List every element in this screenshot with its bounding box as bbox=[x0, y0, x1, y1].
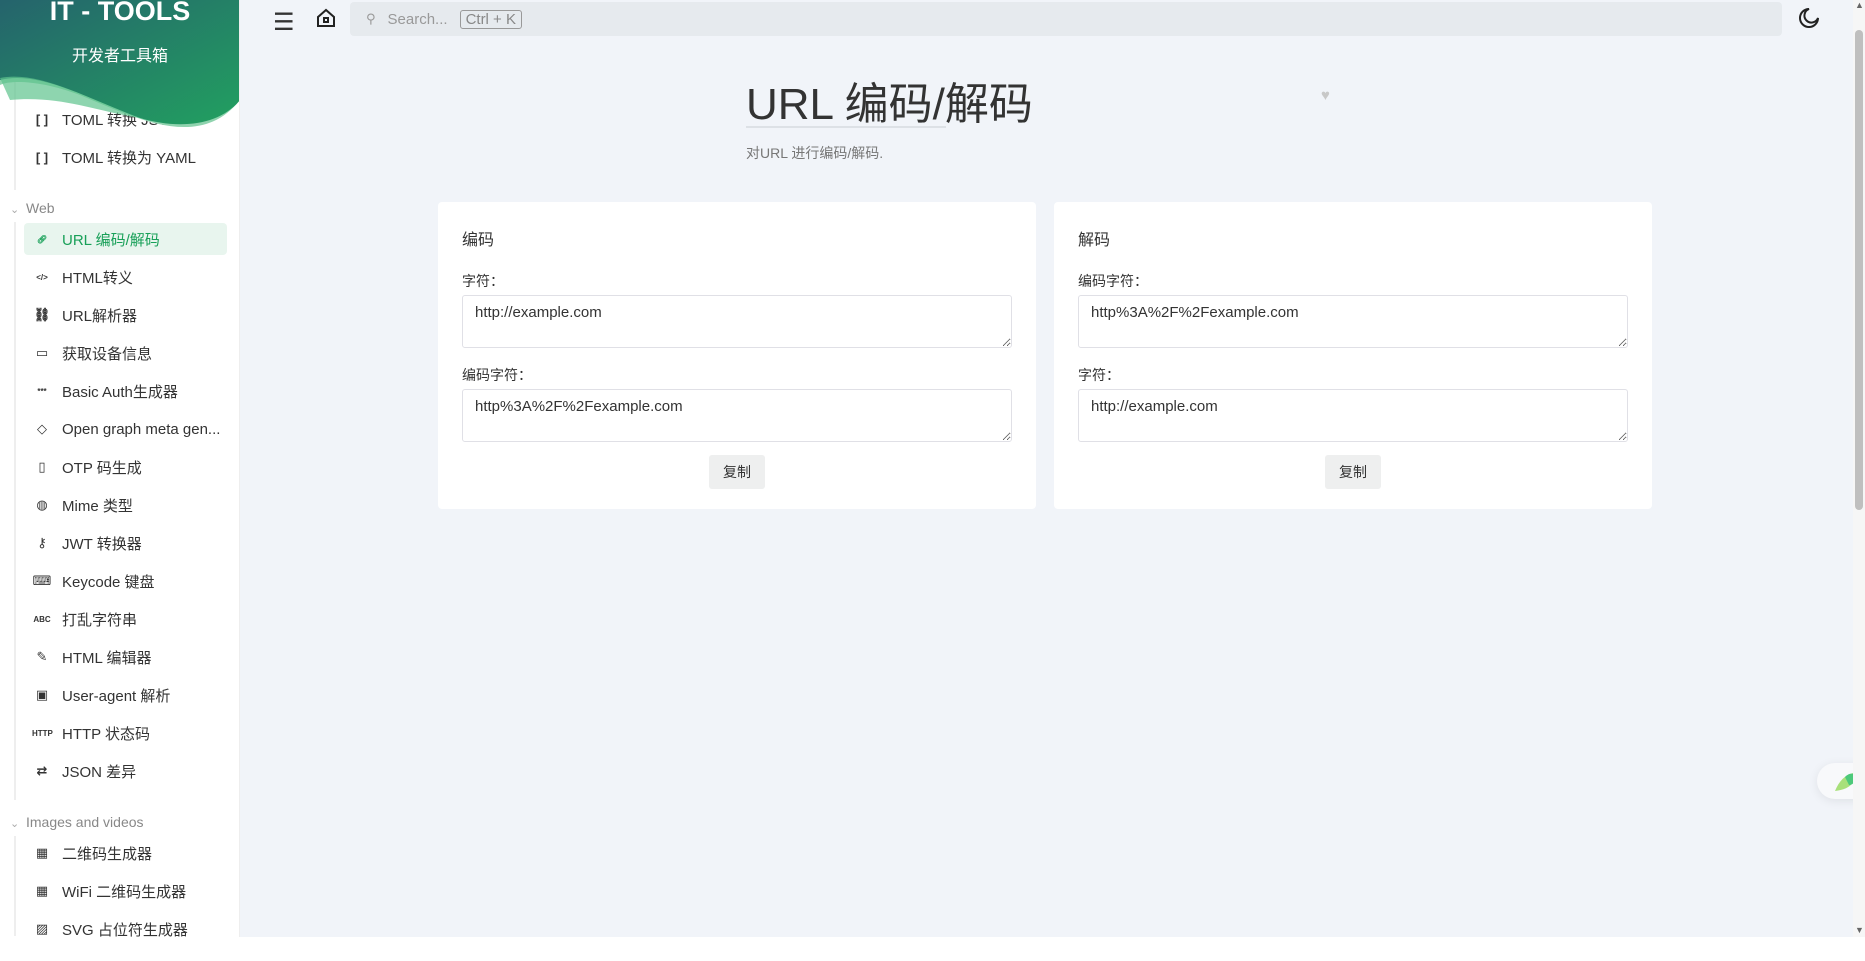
sidebar-item-label: Basic Auth生成器 bbox=[62, 383, 178, 401]
monitor-icon: ▭ bbox=[35, 345, 49, 360]
group-line bbox=[14, 222, 16, 800]
image-icon: ▨ bbox=[35, 921, 49, 936]
globe-icon: ◍ bbox=[36, 497, 48, 512]
phone-icon: ▯ bbox=[38, 459, 46, 474]
group-web[interactable]: ⌄ Web bbox=[10, 200, 55, 216]
sidebar-item[interactable]: ✎ HTML 编辑器 bbox=[24, 641, 227, 673]
encode-output[interactable]: http%3A%2F%2Fexample.com bbox=[462, 389, 1012, 442]
favorite-heart-icon[interactable]: ♥ bbox=[1321, 87, 1330, 104]
group-line bbox=[14, 836, 16, 936]
sidebar-item-label: 打乱字符串 bbox=[62, 611, 138, 629]
sidebar-item[interactable]: ◍ Mime 类型 bbox=[24, 489, 227, 521]
page-description: 对URL 进行编码/解码. bbox=[746, 145, 884, 161]
sidebar-item-label: HTTP 状态码 bbox=[62, 725, 151, 743]
sidebar-item[interactable]: ▭ 获取设备信息 bbox=[24, 337, 227, 369]
sidebar-item-label: 二维码生成器 bbox=[62, 845, 153, 863]
scroll-up-icon[interactable]: ▲ bbox=[1855, 0, 1864, 10]
vertical-scrollbar[interactable]: ▲ ▼ bbox=[1853, 0, 1865, 937]
search-input[interactable]: ⚲ Search... Ctrl + K bbox=[350, 2, 1782, 36]
chevron-down-icon: ⌄ bbox=[10, 204, 20, 216]
tags-icon: ◇ bbox=[37, 421, 47, 436]
sidebar-item-label: Keycode 键盘 bbox=[62, 573, 155, 591]
scrollbar-thumb[interactable] bbox=[1855, 30, 1863, 510]
chevron-down-icon: ⌄ bbox=[10, 818, 20, 830]
decode-input[interactable]: http%3A%2F%2Fexample.com bbox=[1078, 295, 1628, 348]
http-icon: HTTP bbox=[32, 728, 53, 738]
sidebar-item-label: URL解析器 bbox=[62, 307, 138, 325]
moon-icon[interactable] bbox=[1797, 6, 1821, 35]
link-icon: 🔗︎ bbox=[36, 234, 48, 244]
sidebar-item-label: JSON 差异 bbox=[62, 763, 137, 781]
input-label: 字符： bbox=[462, 273, 504, 289]
sidebar-item[interactable]: ⇄ JSON 差异 bbox=[24, 755, 227, 787]
input-label: 编码字符： bbox=[1078, 273, 1148, 289]
sidebar-item[interactable]: ▨ SVG 占位符生成器 bbox=[24, 913, 227, 937]
diff-icon: ⇄ bbox=[36, 763, 48, 778]
copy-button[interactable]: 复制 bbox=[709, 455, 765, 489]
page-title: URL 编码/解码 bbox=[746, 80, 1033, 129]
sidebar-item[interactable]: ◇ Open graph meta gen... bbox=[24, 413, 227, 445]
sidebar-item-label: User-agent 解析 bbox=[62, 687, 171, 705]
card-title: 编码 bbox=[462, 232, 495, 249]
group-images-videos[interactable]: ⌄ Images and videos bbox=[10, 814, 144, 830]
decode-output[interactable]: http://example.com bbox=[1078, 389, 1628, 442]
logo[interactable]: IT - TOOLS 开发者工具箱 bbox=[0, 0, 239, 132]
key-icon: ⚷ bbox=[37, 535, 47, 550]
sidebar-item-label: WiFi 二维码生成器 bbox=[62, 883, 187, 901]
menu-icon[interactable]: ☰ bbox=[273, 8, 295, 37]
shortcut-badge: Ctrl + K bbox=[459, 9, 522, 29]
password-icon: *** bbox=[37, 386, 47, 396]
sidebar-item-label: Mime 类型 bbox=[62, 497, 133, 515]
encode-input[interactable]: http://example.com bbox=[462, 295, 1012, 348]
sidebar-item[interactable]: ABC 打乱字符串 bbox=[24, 603, 227, 635]
sidebar-item-label: URL 编码/解码 bbox=[62, 231, 160, 249]
sidebar-item[interactable]: </> HTML转义 bbox=[24, 261, 227, 293]
brackets-icon: [ ] bbox=[35, 149, 49, 165]
sidebar-item-label: HTML 编辑器 bbox=[62, 649, 152, 667]
scroll-down-icon[interactable]: ▼ bbox=[1855, 925, 1864, 935]
unlink-icon: ⛓ bbox=[33, 307, 51, 322]
code-icon: </> bbox=[36, 272, 48, 282]
encode-card: 编码 字符： http://example.com 编码字符： http%3A%… bbox=[438, 202, 1036, 509]
sidebar-item[interactable]: 🔗︎ URL 编码/解码 bbox=[24, 223, 227, 255]
home-icon[interactable] bbox=[314, 6, 338, 35]
sidebar-item[interactable]: ▣ User-agent 解析 bbox=[24, 679, 227, 711]
app-subtitle: 开发者工具箱 bbox=[71, 48, 168, 65]
sidebar-item-label: SVG 占位符生成器 bbox=[62, 921, 188, 938]
output-label: 字符： bbox=[1078, 367, 1120, 383]
output-label: 编码字符： bbox=[462, 367, 532, 383]
decode-card: 解码 编码字符： http%3A%2F%2Fexample.com 字符： ht… bbox=[1054, 202, 1652, 509]
sidebar-item-label: HTML转义 bbox=[62, 269, 133, 287]
sidebar-item-toml-yaml[interactable]: [ ] TOML 转换为 YAML bbox=[24, 141, 227, 173]
edit-icon: ✎ bbox=[36, 649, 48, 664]
qrcode-icon: ▦ bbox=[35, 845, 49, 860]
sidebar-item[interactable]: ⛓ URL解析器 bbox=[24, 299, 227, 331]
sidebar-item[interactable]: HTTP HTTP 状态码 bbox=[24, 717, 227, 749]
copy-button[interactable]: 复制 bbox=[1325, 455, 1381, 489]
keyboard-icon: ⌨ bbox=[32, 573, 52, 588]
qrcode-icon: ▦ bbox=[35, 883, 49, 898]
sidebar-item-label: Open graph meta gen... bbox=[62, 420, 221, 438]
sidebar-item[interactable]: ⌨ Keycode 键盘 bbox=[24, 565, 227, 597]
title-underline bbox=[746, 126, 946, 128]
search-icon: ⚲ bbox=[366, 11, 376, 26]
sidebar-item[interactable]: ▯ OTP 码生成 bbox=[24, 451, 227, 483]
card-title: 解码 bbox=[1078, 232, 1111, 249]
sidebar-item-label: 获取设备信息 bbox=[62, 345, 153, 363]
sidebar-item-label: JWT 转换器 bbox=[62, 535, 142, 553]
app-title: IT - TOOLS bbox=[49, 0, 191, 26]
sidebar: IT - TOOLS 开发者工具箱 [ ] TOML 转换 JSON [ ] TOM… bbox=[0, 0, 240, 937]
sidebar-item[interactable]: ▦ WiFi 二维码生成器 bbox=[24, 875, 227, 907]
sidebar-item-label: OTP 码生成 bbox=[62, 459, 142, 477]
browser-icon: ▣ bbox=[35, 687, 49, 702]
abc-icon: ABC bbox=[33, 614, 51, 624]
sidebar-item[interactable]: ⚷ JWT 转换器 bbox=[24, 527, 227, 559]
sidebar-item[interactable]: *** Basic Auth生成器 bbox=[24, 375, 227, 407]
sidebar-item[interactable]: ▦ 二维码生成器 bbox=[24, 837, 227, 869]
